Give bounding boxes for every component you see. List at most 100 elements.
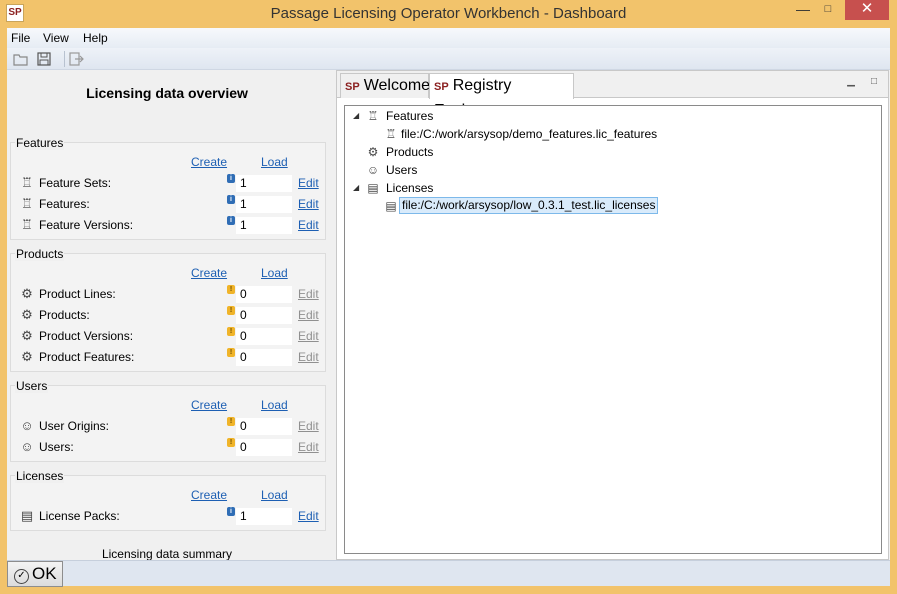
edit-link[interactable]: Edit: [298, 440, 319, 454]
edit-link[interactable]: Edit: [298, 176, 319, 190]
edit-link[interactable]: Edit: [298, 308, 319, 322]
exit-icon[interactable]: [68, 51, 84, 67]
count-field: 1: [236, 196, 292, 213]
menu-view[interactable]: View: [43, 31, 69, 45]
menu-file[interactable]: File: [11, 31, 30, 45]
user-icon: ☺: [20, 439, 34, 454]
products-create-link[interactable]: Create: [191, 266, 227, 280]
section-title: Users: [15, 379, 49, 393]
title-bar[interactable]: SP Passage Licensing Operator Workbench …: [0, 0, 897, 28]
tab-welcome[interactable]: SP Welcome: [340, 73, 431, 98]
expand-arrow-icon[interactable]: ◢: [353, 179, 363, 197]
count-field: 0: [236, 307, 292, 324]
tree-label: Users: [386, 163, 418, 177]
tree-label: file:/C:/work/arsysop/low_0.3.1_test.lic…: [399, 197, 659, 214]
features-section: Features Create Load ♖ Feature Sets: i 1…: [10, 136, 326, 240]
maximize-view-icon[interactable]: □: [868, 76, 880, 88]
tab-bar: SPWelcome SPRegistry Explorer ▁ □: [337, 71, 888, 119]
tree-node-license-file[interactable]: ▤ file:/C:/work/arsysop/low_0.3.1_test.l…: [353, 197, 683, 215]
ok-button[interactable]: ✓ OK: [7, 561, 63, 587]
count-field: 0: [236, 439, 292, 456]
section-title: Products: [15, 247, 65, 261]
users-section: Users Create Load ☺ User Origins: ! 0 Ed…: [10, 379, 326, 462]
features-load-link[interactable]: Load: [261, 155, 288, 169]
count-field: 0: [236, 349, 292, 366]
product-icon: ⚙: [21, 349, 33, 364]
menu-help[interactable]: Help: [83, 31, 108, 45]
tree-label: Products: [386, 145, 434, 159]
licenses-load-link[interactable]: Load: [261, 488, 288, 502]
edit-link[interactable]: Edit: [298, 329, 319, 343]
registry-tree: ◢ ♖ Features ♖ file:/C:/work/arsysop/dem…: [344, 105, 882, 554]
license-icon: ▤: [367, 181, 379, 195]
app-logo-icon: SP: [434, 81, 449, 93]
tree-label: Features: [386, 109, 434, 123]
tab-registry-explorer[interactable]: SPRegistry Explorer: [429, 73, 574, 119]
toolbar: [7, 48, 890, 70]
client-area: File View Help Licensing data overview F…: [7, 28, 890, 587]
editor-pane: SPWelcome SPRegistry Explorer ▁ □ ◢ ♖ Fe…: [336, 70, 889, 560]
row-label: Features:: [39, 197, 90, 211]
tree-label: file:/C:/work/arsysop/demo_features.lic_…: [401, 127, 658, 141]
edit-link[interactable]: Edit: [298, 287, 319, 301]
warning-icon: !: [227, 438, 235, 447]
feature-icon: ♖: [367, 109, 379, 123]
row-label: Products:: [39, 308, 90, 322]
users-create-link[interactable]: Create: [191, 398, 227, 412]
license-icon: ▤: [385, 199, 397, 213]
minimize-button[interactable]: —: [793, 0, 813, 20]
edit-link[interactable]: Edit: [298, 218, 319, 232]
edit-link[interactable]: Edit: [298, 197, 319, 211]
count-field: 1: [236, 175, 292, 192]
save-icon[interactable]: [36, 51, 52, 67]
tree-node-feature-file[interactable]: ♖ file:/C:/work/arsysop/demo_features.li…: [353, 125, 683, 143]
edit-link[interactable]: Edit: [298, 509, 319, 523]
row-label: Product Features:: [39, 350, 135, 364]
count-field: 1: [236, 217, 292, 234]
tree-node-products[interactable]: ⚙ Products: [353, 143, 653, 161]
licenses-create-link[interactable]: Create: [191, 488, 227, 502]
window-title: Passage Licensing Operator Workbench - D…: [270, 5, 627, 22]
tree-label: Licenses: [386, 181, 434, 195]
checkmark-icon: ✓: [14, 569, 29, 584]
tab-label: Welcome: [363, 77, 431, 94]
section-title: Licenses: [15, 469, 65, 483]
row-label: Feature Sets:: [39, 176, 112, 190]
products-load-link[interactable]: Load: [261, 266, 288, 280]
licenses-section: Licenses Create Load ▤ License Packs: i …: [10, 469, 326, 531]
ok-label: OK: [32, 564, 57, 583]
summary-label: Licensing data summary: [101, 547, 233, 561]
expand-arrow-icon[interactable]: ◢: [353, 107, 363, 125]
section-title: Features: [15, 136, 65, 150]
maximize-button[interactable]: □: [818, 0, 838, 20]
tree-node-features[interactable]: ◢ ♖ Features: [353, 107, 653, 125]
row-label: Users:: [39, 440, 74, 454]
product-icon: ⚙: [21, 328, 33, 343]
row-label: Product Versions:: [39, 329, 134, 343]
tree-node-users[interactable]: ☺ Users: [353, 161, 653, 179]
row-label: License Packs:: [39, 509, 120, 523]
features-create-link[interactable]: Create: [191, 155, 227, 169]
user-icon: ☺: [366, 163, 380, 177]
count-field: 0: [236, 418, 292, 435]
toolbar-separator: [64, 51, 65, 67]
feature-icon: ♖: [21, 217, 33, 232]
license-icon: ▤: [20, 508, 34, 523]
app-logo-icon: SP: [345, 81, 360, 93]
product-icon: ⚙: [21, 286, 33, 301]
edit-link[interactable]: Edit: [298, 419, 319, 433]
products-section: Products Create Load ⚙ Product Lines: ! …: [10, 247, 326, 372]
feature-icon: ♖: [21, 175, 33, 190]
tree-node-licenses[interactable]: ◢ ▤ Licenses: [353, 179, 653, 197]
info-icon: i: [227, 195, 235, 204]
info-icon: i: [227, 507, 235, 516]
feature-icon: ♖: [385, 127, 397, 141]
edit-link[interactable]: Edit: [298, 350, 319, 364]
close-button[interactable]: ✕: [845, 0, 889, 20]
minimize-view-icon[interactable]: ▁: [845, 76, 857, 88]
warning-icon: !: [227, 285, 235, 294]
row-label: Feature Versions:: [39, 218, 134, 232]
open-folder-icon[interactable]: [13, 51, 29, 67]
warning-icon: !: [227, 327, 235, 336]
users-load-link[interactable]: Load: [261, 398, 288, 412]
